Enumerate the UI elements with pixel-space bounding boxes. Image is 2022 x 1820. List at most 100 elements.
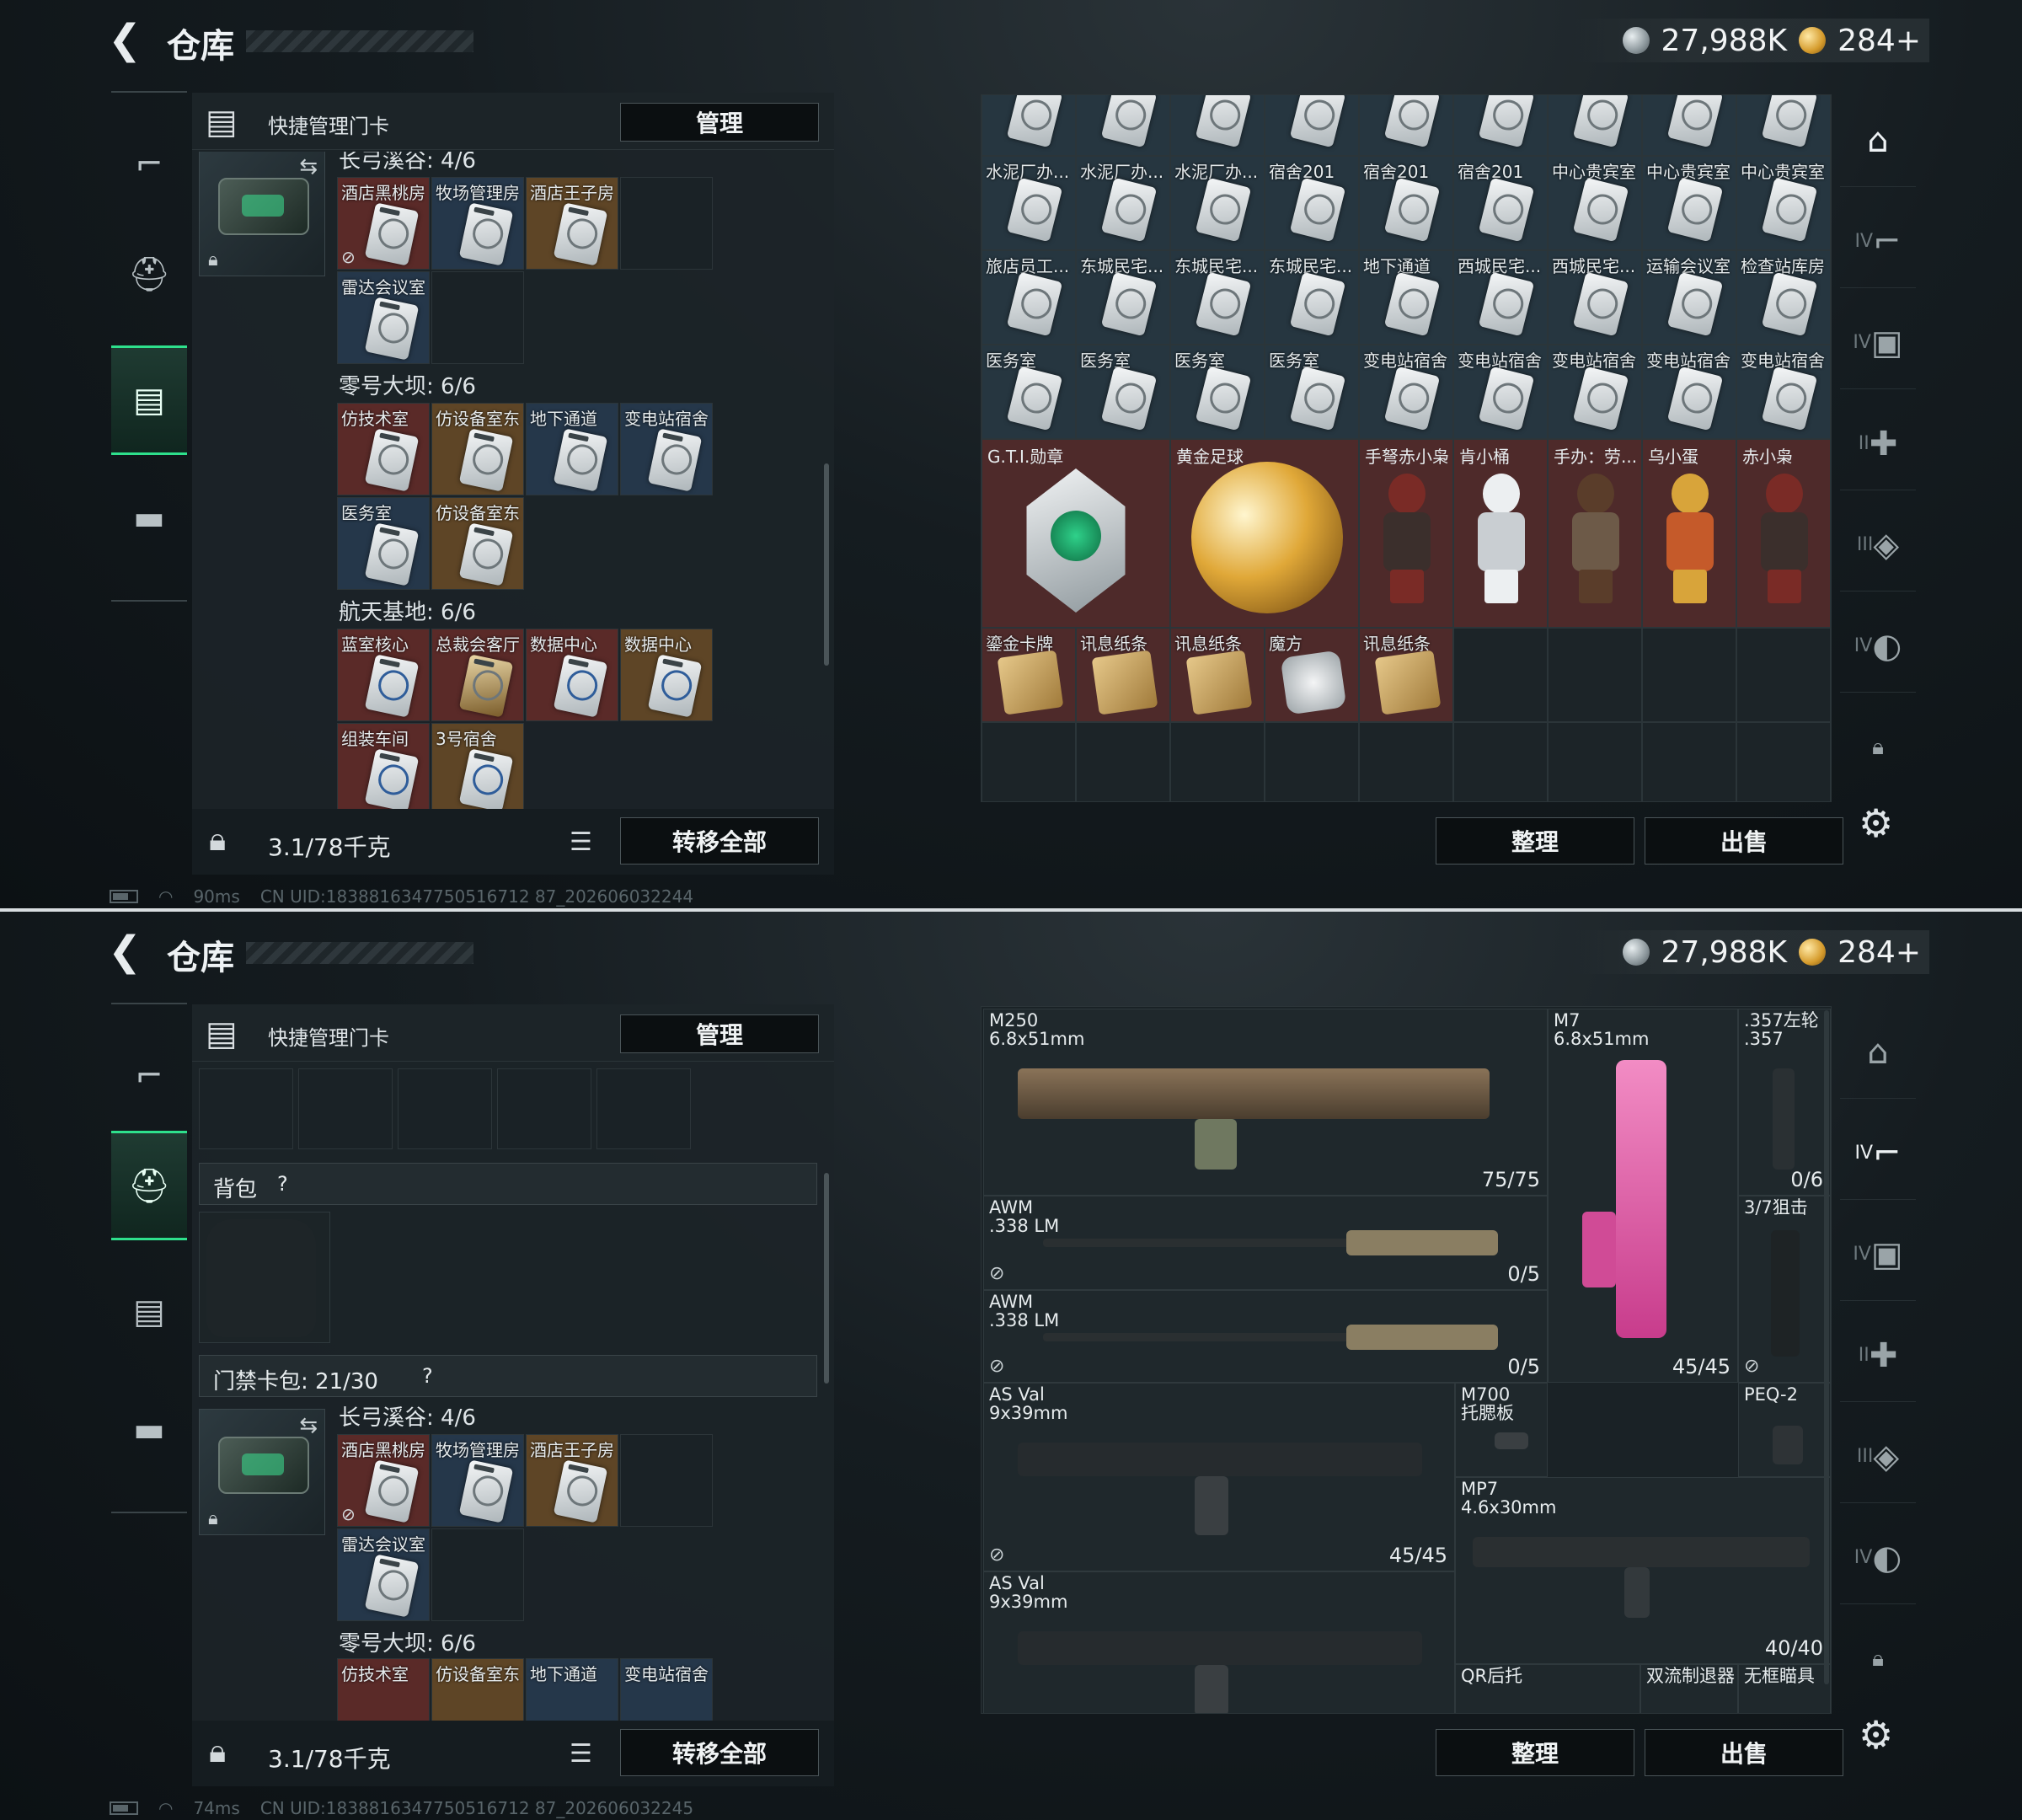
keycard-item[interactable]: 中心贵宾室 (1548, 156, 1642, 250)
keycard-item[interactable] (1642, 95, 1736, 156)
attachment-cell-sight[interactable]: 无框瞄具 (1738, 1664, 1831, 1713)
keycard-item[interactable]: 宿舍201 (1359, 156, 1453, 250)
keycard-slot[interactable]: 3号宿舍 (431, 723, 524, 809)
keycard-case[interactable]: ⇆ 🔒︎ (199, 1409, 325, 1535)
stash-tab[interactable]: II ✚ (1840, 1309, 1916, 1402)
list-icon[interactable]: ☰ (570, 1739, 592, 1769)
attachment-cell-muzzle[interactable]: 双流制退器 (1640, 1664, 1738, 1713)
keycard-slot[interactable]: 地下通道 (526, 1658, 618, 1721)
keycard-item[interactable]: 水泥厂办... (1170, 156, 1265, 250)
keycard-slot[interactable]: 蓝室核心 (337, 629, 430, 721)
stash-tab[interactable]: IV ⌐ (1840, 195, 1916, 288)
weapon-cell-357[interactable]: .357左轮 .357 0/6 (1738, 1009, 1831, 1196)
keycard-item[interactable]: 检查站库房 (1736, 250, 1831, 345)
settings-gear-icon[interactable]: ⚙ (1859, 1712, 1893, 1758)
backpack-tab[interactable]: ⛑ (111, 1131, 187, 1240)
currency-bar[interactable]: 27,988K 284+ (1571, 930, 1929, 974)
help-icon[interactable]: ? (277, 1172, 288, 1196)
keycard-slot[interactable]: 地下通道 (526, 403, 618, 495)
keycard-item[interactable]: 地下通道 (1359, 250, 1453, 345)
sort-button[interactable]: 整理 (1436, 817, 1634, 864)
keycard-item[interactable]: 变电站宿舍 (1548, 345, 1642, 439)
keycard-item[interactable]: 宿舍201 (1265, 156, 1359, 250)
empty-slot[interactable] (1642, 722, 1736, 801)
keycard-item[interactable]: 变电站宿舍 (1642, 345, 1736, 439)
keycard-item[interactable] (982, 95, 1076, 156)
keycard-case[interactable]: ⇆ 🔒︎ (199, 152, 325, 276)
collectible-item[interactable]: 手弩赤小枭 (1359, 439, 1453, 628)
empty-slot[interactable] (1736, 628, 1831, 722)
weapon-cell-awm[interactable]: AWM .338 LM ⊘ 0/5 (983, 1196, 1548, 1290)
weapon-tab[interactable]: ⌐ (111, 110, 187, 219)
keycard-slot[interactable]: 雷达会议室 (337, 1528, 430, 1621)
back-arrow-icon[interactable]: ❮ (108, 930, 145, 972)
case-tab[interactable]: ▬ (111, 1375, 187, 1485)
backpack-slot[interactable] (199, 1212, 330, 1343)
keycard-item[interactable]: 水泥厂办... (982, 156, 1076, 250)
backpack-header[interactable]: 背包 ? (199, 1163, 817, 1205)
keycard-item[interactable]: 东城民宅... (1076, 250, 1170, 345)
keycard-slot[interactable]: 牧场管理房 (431, 1434, 524, 1527)
keycard-item[interactable]: 西城民宅... (1453, 250, 1548, 345)
cardpack-header[interactable]: 门禁卡包: 21/30 ? (199, 1355, 817, 1397)
keycard-item[interactable]: 运输会议室 (1642, 250, 1736, 345)
keycard-item[interactable]: 东城民宅... (1265, 250, 1359, 345)
keycard-slot[interactable]: 雷达会议室 (337, 271, 430, 364)
keycard-item[interactable]: 医务室 (1265, 345, 1359, 439)
weapon-cell-m250[interactable]: M250 6.8x51mm 75/75 (983, 1009, 1548, 1196)
quick-slot[interactable] (596, 1068, 691, 1149)
keycard-item[interactable]: 旅店员工... (982, 250, 1076, 345)
keycard-item[interactable]: 变电站宿舍 (1736, 345, 1831, 439)
transfer-all-button[interactable]: 转移全部 (620, 1729, 819, 1776)
lock-tab[interactable]: 🔒︎ (1840, 1613, 1916, 1705)
keycard-item[interactable] (1170, 95, 1265, 156)
scrollbar[interactable] (824, 1173, 829, 1384)
keycard-slot[interactable]: 仿设备室东 (431, 1658, 524, 1721)
keycard-item[interactable]: 变电站宿舍 (1453, 345, 1548, 439)
empty-slot[interactable] (431, 1528, 524, 1621)
keycard-tab[interactable]: ▤ (111, 345, 187, 455)
misc-item[interactable]: 讯息纸条 (1359, 628, 1453, 722)
keycard-slot[interactable]: 数据中心 (526, 629, 618, 721)
keycard-slot[interactable]: 变电站宿舍 (620, 403, 713, 495)
stash-tab[interactable]: IV ◐ (1840, 1512, 1916, 1604)
stash-tab[interactable]: IV ▣ (1840, 297, 1916, 389)
transfer-all-button[interactable]: 转移全部 (620, 817, 819, 864)
keycard-item[interactable]: 水泥厂办... (1076, 156, 1170, 250)
backpack-tab[interactable]: ⛑ (111, 219, 187, 329)
collectible-item[interactable]: 手办：劳... (1548, 439, 1642, 628)
keycard-item[interactable]: 医务室 (982, 345, 1076, 439)
keycard-item[interactable] (1548, 95, 1642, 156)
lock-icon[interactable]: 🔒︎ (209, 821, 226, 859)
keycard-item[interactable] (1076, 95, 1170, 156)
keycard-item[interactable]: 中心贵宾室 (1642, 156, 1736, 250)
keycard-item[interactable]: 东城民宅... (1170, 250, 1265, 345)
empty-slot[interactable] (1359, 722, 1453, 801)
keycard-slot[interactable]: 总裁会客厅 (431, 629, 524, 721)
keycard-slot[interactable]: 酒店王子房 (526, 1434, 618, 1527)
keycard-slot[interactable]: 医务室 (337, 497, 430, 590)
attachment-cell-peq2[interactable]: PEQ-2 (1738, 1383, 1831, 1477)
collectible-item[interactable]: 赤小枭 (1736, 439, 1831, 628)
collectible-item[interactable]: 乌小蛋 (1642, 439, 1736, 628)
empty-slot[interactable] (1548, 722, 1642, 801)
lock-tab[interactable]: 🔒︎ (1840, 701, 1916, 794)
stash-tab[interactable]: III ◈ (1840, 1410, 1916, 1503)
weapon-cell-scope[interactable]: 3/7狙击 ⊘ (1738, 1196, 1831, 1383)
weapon-cell-mp7[interactable]: MP7 4.6x30mm 40/40 (1455, 1477, 1831, 1664)
keycard-item[interactable] (1736, 95, 1831, 156)
misc-item[interactable]: 讯息纸条 (1170, 628, 1265, 722)
keycard-slot[interactable]: 酒店黑桃房 ⊘ (337, 1434, 430, 1527)
manage-button[interactable]: 管理 (620, 103, 819, 142)
keycard-slot[interactable]: 仿设备室东 (431, 403, 524, 495)
stash-home-tab[interactable]: ⌂ (1840, 94, 1916, 187)
keycard-tab[interactable]: ▤ (111, 1257, 187, 1367)
empty-slot[interactable] (1548, 628, 1642, 722)
empty-slot[interactable] (1170, 722, 1265, 801)
quick-slot[interactable] (398, 1068, 492, 1149)
swap-icon[interactable]: ⇆ (299, 154, 318, 179)
misc-item[interactable]: 鎏金卡牌 (982, 628, 1076, 722)
quick-slot[interactable] (497, 1068, 591, 1149)
empty-slot[interactable] (1642, 628, 1736, 722)
stash-tab[interactable]: IV ⌐ (1840, 1107, 1916, 1200)
